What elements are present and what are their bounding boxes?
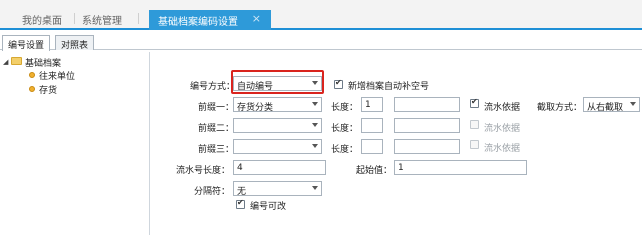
prefix3-extra-input[interactable] xyxy=(394,139,460,154)
cut-mode-value: 从右截取 xyxy=(587,103,624,112)
tree-item-inventory[interactable]: 存货 xyxy=(39,83,57,96)
tab-separator xyxy=(74,13,75,24)
prefix1-extra-input[interactable] xyxy=(394,97,460,112)
serial-basis1-label: 流水依据 xyxy=(484,103,521,113)
tab-archive-code-settings[interactable]: 基础档案编码设置 × xyxy=(149,10,271,30)
separator-value: 无 xyxy=(237,187,247,196)
separator-label: 分隔符： xyxy=(194,187,231,197)
length1-input[interactable]: 1 xyxy=(361,97,383,112)
editable-label: 编号可改 xyxy=(250,202,287,212)
collapse-toggle-icon[interactable]: ◢ xyxy=(3,58,8,66)
sub-tab-bar: 编号设置 对照表 xyxy=(0,32,642,51)
editable-checkbox[interactable] xyxy=(236,198,245,209)
node-dot-icon xyxy=(29,86,35,92)
node-dot-icon xyxy=(29,72,35,78)
prefix2-extra-input[interactable] xyxy=(394,118,460,133)
cut-mode-label: 截取方式： xyxy=(537,103,583,113)
serial-basis3-label: 流水依据 xyxy=(484,144,521,154)
chevron-down-icon xyxy=(630,102,636,106)
prefix2-label: 前缀二： xyxy=(198,124,235,134)
cut-mode-select[interactable]: 从右截取 xyxy=(583,97,640,112)
length2-input[interactable] xyxy=(361,118,383,133)
prefix1-select[interactable]: 存货分类 xyxy=(233,97,322,112)
numbering-mode-label: 编号方式： xyxy=(190,82,236,92)
prefix1-label: 前缀一： xyxy=(198,103,235,113)
tab-my-desktop[interactable]: 我的桌面 xyxy=(22,12,62,27)
tab-numbering-settings[interactable]: 编号设置 xyxy=(2,35,51,51)
chevron-down-icon xyxy=(312,144,318,148)
serial-basis2-label: 流水依据 xyxy=(484,124,521,134)
length1-label: 长度： xyxy=(331,103,359,113)
serial-basis3-checkbox[interactable] xyxy=(470,140,479,149)
close-icon[interactable]: × xyxy=(252,12,261,25)
tree-item-basic-archive[interactable]: 基础档案 xyxy=(25,56,61,69)
tab-mapping-table[interactable]: 对照表 xyxy=(55,35,95,51)
archive-tree: ◢ 基础档案 往来单位 存货 xyxy=(0,52,150,235)
chevron-down-icon xyxy=(312,102,318,106)
auto-fill-checkbox[interactable] xyxy=(334,78,343,89)
tree-item-customers[interactable]: 往来单位 xyxy=(39,69,75,82)
tab-system-management[interactable]: 系统管理 xyxy=(82,12,122,27)
length3-input[interactable] xyxy=(361,139,383,154)
auto-fill-label: 新增档案自动补空号 xyxy=(348,82,430,92)
prefix3-select[interactable] xyxy=(233,139,322,154)
start-value-input[interactable]: 1 xyxy=(394,160,527,175)
prefix2-select[interactable] xyxy=(233,118,322,133)
start-value-label: 起始值： xyxy=(356,166,393,176)
tab-separator xyxy=(138,13,139,24)
highlight-box xyxy=(231,70,324,94)
folder-icon xyxy=(11,57,22,65)
chevron-down-icon xyxy=(312,123,318,127)
top-tab-bar: 我的桌面 系统管理 基础档案编码设置 × xyxy=(0,0,642,30)
serial-basis1-checkbox[interactable] xyxy=(470,97,479,108)
prefix1-value: 存货分类 xyxy=(237,103,274,112)
tab-archive-code-settings-label: 基础档案编码设置 xyxy=(158,17,238,28)
length3-label: 长度： xyxy=(331,145,359,155)
serial-length-input[interactable]: 4 xyxy=(233,160,326,175)
chevron-down-icon xyxy=(312,186,318,190)
length2-label: 长度： xyxy=(331,124,359,134)
serial-length-label: 流水号长度： xyxy=(176,166,231,176)
serial-basis2-checkbox[interactable] xyxy=(470,120,479,129)
separator-select[interactable]: 无 xyxy=(233,181,322,196)
prefix3-label: 前缀三： xyxy=(198,145,235,155)
